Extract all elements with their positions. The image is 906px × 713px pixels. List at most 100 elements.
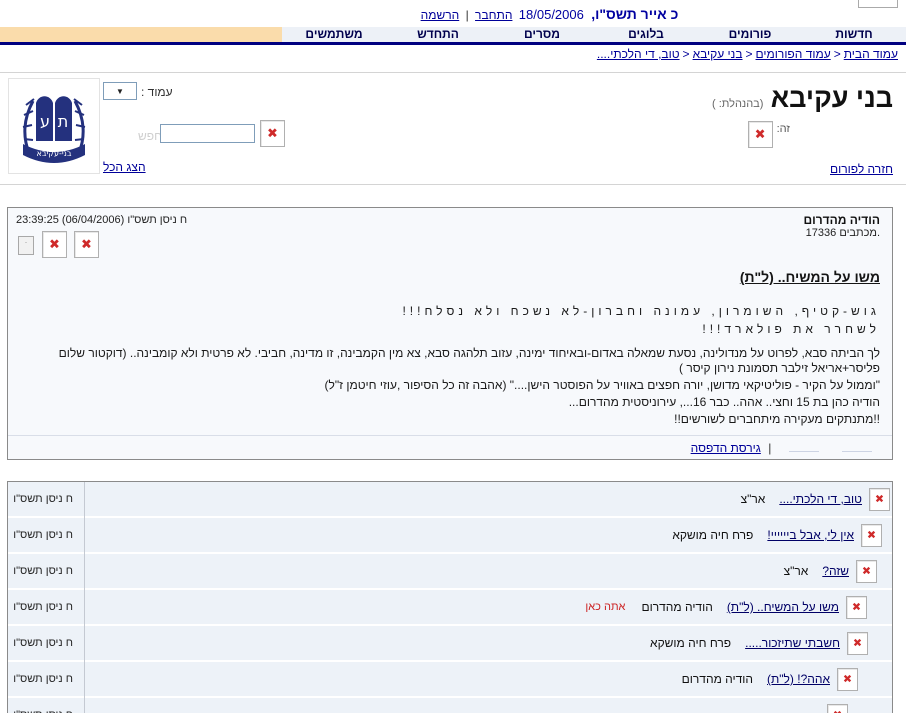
nav-item-forums[interactable]: פורומים xyxy=(698,27,802,42)
breadcrumb-separator: > xyxy=(683,47,690,61)
reply-author: אר"צ xyxy=(741,492,766,506)
reply-title-link[interactable]: אהה?! (ל"ת) xyxy=(767,672,830,686)
post-body-line: !!מתנתקים מעקירה מיתחברים לשורשים!! xyxy=(20,412,880,427)
reply-title-link[interactable]: חשבתי שתיזכור..... xyxy=(745,636,840,650)
reply-row: ✖ אין לי, אבל ביייייי! פרח חיה מושקא ח נ… xyxy=(8,518,892,552)
forum-title: בני עקיבא xyxy=(771,83,893,113)
breadcrumb-separator: > xyxy=(746,47,753,61)
reply-author: הודיה מהדרום xyxy=(682,672,753,686)
navbar-rule xyxy=(0,42,906,45)
login-link[interactable]: התחבר xyxy=(475,8,512,22)
faded-action-link[interactable] xyxy=(842,441,872,452)
reply-row: ✖ משו על המשיח.. (ל"ת) הודיה מהדרום אתה … xyxy=(8,590,892,624)
nav-item-renew[interactable]: התחדש xyxy=(386,27,490,42)
reply-date: ח ניסן תשס"ו xyxy=(8,601,85,613)
forum-logo: ת ע בני-עקיבא xyxy=(8,78,100,174)
broken-image-icon: ✖ xyxy=(847,632,868,655)
reply-date: ח ניסן תשס"ו xyxy=(8,673,85,685)
broken-image-icon: ✖ xyxy=(869,488,890,511)
post-date: ח ניסן תשס"ו (06/04/2006) 23:39:25 xyxy=(16,214,187,226)
reply-content: ✖ xyxy=(85,704,848,713)
post-body-line: לך הביתה סבא, לפרוט על מנדולינה, נסעת שמ… xyxy=(20,346,880,376)
nav-item-news[interactable]: חדשות xyxy=(802,27,906,42)
main-post: ח ניסן תשס"ו (06/04/2006) 23:39:25 · ✖ ✖… xyxy=(7,207,893,460)
corner-box xyxy=(858,0,898,8)
reply-row: ✖ חשבתי שתיזכור..... פרח חיה מושקא ח ניס… xyxy=(8,626,892,660)
back-to-forum-link[interactable]: חזרה לפורום xyxy=(830,162,893,176)
forum-this-row: זה: ✖ xyxy=(748,121,790,148)
post-author: הודיה מהדרום xyxy=(803,213,880,227)
reply-date: ח ניסן תשס"ו xyxy=(8,637,85,649)
reply-content: ✖ אין לי, אבל ביייייי! פרח חיה מושקא xyxy=(85,524,882,547)
post-author-block: הודיה מהדרום 17336 מכתבים. xyxy=(803,213,880,239)
page-label: עמוד : xyxy=(141,85,173,99)
chevron-down-icon: ▼ xyxy=(116,87,124,96)
forum-page: { "top_bar": { "hebrew_date": "כ אייר תש… xyxy=(0,0,906,713)
reply-row: ✖ ח ניסן תשס"ו xyxy=(8,698,892,713)
show-all-link[interactable]: הצג הכל xyxy=(103,160,146,174)
reply-title-link[interactable]: משו על המשיח.. (ל"ת) xyxy=(727,600,839,614)
mini-broken-icon: · xyxy=(18,236,34,255)
breadcrumb-bnei-akiva[interactable]: בני עקיבא xyxy=(693,47,743,61)
register-link[interactable]: הרשמה xyxy=(421,8,460,22)
hebrew-date: כ אייר תשס"ו, xyxy=(591,6,678,22)
post-body-line: הודיה כהן בת 15 וחצי.. אהה.. כבר 16..., … xyxy=(20,395,880,410)
reply-content: ✖ טוב, די הלכתי.... אר"צ xyxy=(85,488,890,511)
search-input[interactable] xyxy=(160,124,255,143)
breadcrumb-separator: > xyxy=(834,47,841,61)
reply-title-link[interactable]: שזה? xyxy=(822,564,849,578)
nav-item-messages[interactable]: מסרים xyxy=(490,27,594,42)
navbar-accent-block xyxy=(0,27,282,42)
search-label: חפש xyxy=(138,129,162,143)
broken-image-icon: ✖ xyxy=(748,121,773,148)
reply-content: ✖ משו על המשיח.. (ל"ת) הודיה מהדרום אתה … xyxy=(85,596,867,619)
top-bar: כ אייר תשס"ו, 18/05/2006 התחבר | הרשמה xyxy=(0,0,906,27)
reply-author: אר"צ xyxy=(784,564,809,578)
nav-item-blogs[interactable]: בלוגים xyxy=(594,27,698,42)
reply-author: פרח חיה מושקא xyxy=(650,636,731,650)
svg-text:ע: ע xyxy=(40,112,50,131)
svg-text:בני-עקיבא: בני-עקיבא xyxy=(37,149,72,158)
this-label: זה: xyxy=(777,121,790,135)
broken-image-icon: ✖ xyxy=(827,704,848,713)
gregorian-date: 18/05/2006 xyxy=(519,7,584,22)
replies-list: ✖ טוב, די הלכתי.... אר"צ ח ניסן תשס"ו ✖ … xyxy=(7,481,893,713)
reply-row: ✖ טוב, די הלכתי.... אר"צ ח ניסן תשס"ו xyxy=(8,482,892,516)
main-navbar: חדשות פורומים בלוגים מסרים התחדש משתמשים xyxy=(0,27,906,42)
breadcrumb-current-thread[interactable]: טוב, די הלכתי.... xyxy=(597,47,680,61)
page-dropdown[interactable]: ▼ xyxy=(103,82,137,100)
reply-title-link[interactable]: טוב, די הלכתי.... xyxy=(779,492,862,506)
reply-content: ✖ חשבתי שתיזכור..... פרח חיה מושקא xyxy=(85,632,868,655)
post-body-line: "וממול על הקיר - פוליטיקאי מדושן, יורה ח… xyxy=(20,378,880,393)
bnei-akiva-emblem-icon: ת ע בני-עקיבא xyxy=(14,81,94,171)
post-title-link[interactable]: משו על המשיח.. (ל"ת) xyxy=(740,269,880,285)
breadcrumb-forums-page[interactable]: עמוד הפורומים xyxy=(756,47,831,61)
reply-date: ח ניסן תשס"ו xyxy=(8,529,85,541)
svg-text:ת: ת xyxy=(58,112,69,131)
reply-author: פרח חיה מושקא xyxy=(672,528,753,542)
post-body-line: לשחרר את פולארד!!! xyxy=(20,322,880,337)
reply-row: ✖ אהה?! (ל"ת) הודיה מהדרום ח ניסן תשס"ו xyxy=(8,662,892,696)
post-body-line: גוש-קטיף, השומרון, עמונה וחברון-לא נשכח … xyxy=(20,304,880,319)
reply-author: הודיה מהדרום xyxy=(641,600,712,614)
reply-row: ✖ שזה? אר"צ ח ניסן תשס"ו xyxy=(8,554,892,588)
broken-image-icon: ✖ xyxy=(42,231,67,258)
nav-item-users[interactable]: משתמשים xyxy=(282,27,386,42)
managed-by-label: (בהנהלת: ) xyxy=(712,98,763,110)
breadcrumb-home[interactable]: עמוד הבית xyxy=(844,47,898,61)
forum-header: ת ע בני-עקיבא ▼ עמוד : חפש ✖ הצג הכל בני… xyxy=(0,72,906,185)
broken-image-icon: ✖ xyxy=(837,668,858,691)
post-footer: | גירסת הדפסה xyxy=(8,435,892,459)
reply-date-divider xyxy=(84,482,85,713)
reply-title-link[interactable]: אין לי, אבל ביייייי! xyxy=(767,528,854,542)
post-author-message-count: 17336 מכתבים. xyxy=(803,227,880,239)
faded-action-link[interactable] xyxy=(789,441,819,452)
reply-content: ✖ שזה? אר"צ xyxy=(85,560,877,583)
breadcrumb: עמוד הבית>עמוד הפורומים>בני עקיבא>טוב, ד… xyxy=(597,47,898,61)
broken-image-icon: ✖ xyxy=(260,120,285,147)
topbar-separator: | xyxy=(466,8,469,22)
reply-date: ח ניסן תשס"ו xyxy=(8,565,85,577)
broken-image-icon: ✖ xyxy=(74,231,99,258)
print-version-link[interactable]: גירסת הדפסה xyxy=(691,441,761,455)
you-are-here-label: אתה כאן xyxy=(585,601,625,613)
